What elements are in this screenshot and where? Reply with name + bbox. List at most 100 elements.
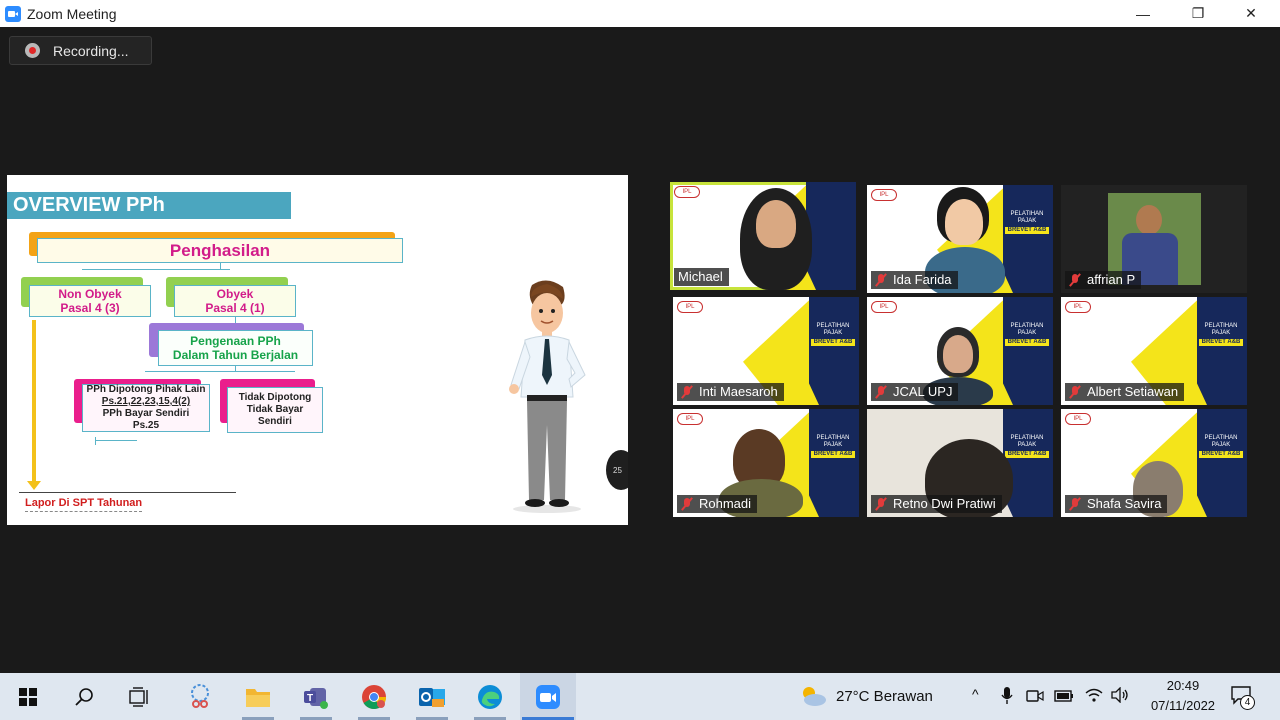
dipotong-line2: Ps.21,22,23,15,4(2) — [101, 396, 191, 407]
participant-name: Shafa Savira — [1065, 495, 1168, 513]
pengenaan-line2: Dalam Tahun Berjalan — [172, 348, 299, 362]
title-bar: Zoom Meeting — [0, 0, 1280, 27]
weather-cloudy-icon — [803, 687, 826, 706]
participant-name-text: Albert Setiawan — [1087, 384, 1179, 399]
participant-name: JCAL UPJ — [871, 383, 959, 401]
clock[interactable]: 20:49 07/11/2022 — [1138, 676, 1228, 716]
non-obyek-box: Non Obyek Pasal 4 (3) — [29, 285, 151, 317]
chrome-button[interactable] — [346, 673, 402, 720]
video-tile[interactable]: PELATIHAN PAJAK BREVET A&B IPL Albert Set… — [1061, 297, 1247, 405]
recording-indicator[interactable]: Recording... — [9, 36, 152, 65]
ipl-logo: IPL — [871, 189, 897, 201]
show-hidden-icons-chevron-up-icon[interactable]: ^ — [972, 686, 979, 702]
restore-button[interactable]: ❐ — [1175, 0, 1221, 27]
obyek-line2: Pasal 4 (1) — [205, 301, 265, 315]
pengenaan-box: Pengenaan PPh Dalam Tahun Berjalan — [158, 330, 313, 366]
tile-bg-navy — [1003, 185, 1053, 293]
ipl-logo: IPL — [677, 413, 703, 425]
mic-muted-icon — [681, 385, 693, 399]
video-tile[interactable]: PELATIHAN PAJAK BREVET A&B IPL Ida Farida — [867, 185, 1053, 293]
snipping-tool-icon — [191, 683, 209, 708]
record-icon — [25, 43, 40, 58]
connector — [82, 269, 230, 270]
promo-line1: PELATIHAN PAJAK — [1204, 323, 1238, 336]
weather-text[interactable]: 27°C Berawan — [836, 688, 933, 705]
close-button[interactable]: ✕ — [1228, 0, 1274, 27]
pengenaan-line1: Pengenaan PPh — [190, 334, 281, 348]
mic-muted-icon — [875, 273, 887, 287]
participant-name: Retno Dwi Pratiwi — [871, 495, 1002, 513]
participant-name-text: Michael — [678, 269, 723, 284]
task-view-icon — [129, 686, 148, 707]
search-button[interactable] — [56, 673, 112, 720]
dipotong-line3: PPh Bayar Sendiri — [102, 408, 190, 419]
wifi-icon[interactable] — [1084, 687, 1104, 703]
obyek-box: Obyek Pasal 4 (1) — [174, 285, 296, 317]
participant-name-text: Inti Maesaroh — [699, 384, 778, 399]
participant-name: Albert Setiawan — [1065, 383, 1185, 401]
battery-icon[interactable] — [1054, 689, 1074, 703]
camera-icon[interactable] — [1026, 688, 1044, 704]
zoom-icon — [536, 684, 560, 709]
microphone-icon[interactable] — [1000, 686, 1014, 706]
svg-text:T: T — [307, 693, 313, 704]
snipping-tool-button[interactable] — [172, 673, 228, 720]
participant-name-text: Shafa Savira — [1087, 496, 1162, 511]
participant-name: Ida Farida — [871, 271, 958, 289]
tidak-dipotong-box: Tidak Dipotong Tidak Bayar Sendiri — [227, 387, 323, 433]
divider — [19, 492, 236, 493]
start-button[interactable] — [0, 673, 56, 720]
slide-page-number: 25 — [606, 450, 628, 490]
participant-face — [756, 200, 796, 248]
tile-bg-navy — [1003, 409, 1053, 517]
slide-heading: OVERVIEW PPh — [7, 192, 291, 219]
promo-text: PELATIHAN PAJAK BREVET A&B — [1005, 211, 1049, 236]
outlook-button[interactable] — [404, 673, 460, 720]
promo-line2: BREVET A&B — [1005, 339, 1049, 346]
teams-button[interactable]: T — [288, 673, 344, 720]
minimize-button[interactable]: — — [1120, 0, 1166, 27]
mic-muted-icon — [875, 497, 887, 511]
video-tile[interactable]: PELATIHAN PAJAK BREVET A&B IPL JCAL UPJ — [867, 297, 1053, 405]
video-tile[interactable]: IPL Michael — [670, 182, 856, 290]
notification-center-button[interactable]: 4 — [1230, 685, 1255, 711]
video-tile[interactable]: PELATIHAN PAJAK BREVET A&B IPL Rohmadi — [673, 409, 859, 517]
file-explorer-button[interactable] — [230, 673, 286, 720]
video-tile[interactable]: PELATIHAN PAJAK BREVET A&B IPL Inti Maesa… — [673, 297, 859, 405]
mic-muted-icon — [875, 385, 887, 399]
edge-button[interactable] — [462, 673, 518, 720]
tidak-dipotong-line1: Tidak Dipotong — [238, 392, 312, 403]
task-view-button[interactable] — [112, 673, 168, 720]
dipotong-line4: Ps.25 — [132, 420, 160, 431]
volume-icon[interactable] — [1110, 687, 1130, 703]
ipl-logo: IPL — [871, 301, 897, 313]
clock-date: 07/11/2022 — [1150, 698, 1216, 713]
promo-line1: PELATIHAN PAJAK — [1010, 211, 1044, 224]
promo-text: PELATIHAN PAJAK BREVET A&B — [1199, 323, 1243, 348]
chrome-icon — [362, 684, 386, 709]
dipotong-line1: PPh Dipotong Pihak Lain — [86, 384, 206, 395]
participant-face — [943, 335, 973, 373]
promo-line1: PELATIHAN PAJAK — [1010, 323, 1044, 336]
obyek-line1: Obyek — [216, 287, 254, 301]
video-tile[interactable]: PELATIHAN PAJAK BREVET A&B Retno Dwi Prat… — [867, 409, 1053, 517]
lapor-label: Lapor Di SPT Tahunan — [25, 497, 143, 512]
tile-bg-navy — [1197, 409, 1247, 517]
zoom-taskbar-button[interactable] — [520, 673, 576, 720]
video-tile[interactable]: affrian P — [1061, 185, 1247, 293]
participant-name: Inti Maesaroh — [677, 383, 784, 401]
participant-name: Rohmadi — [677, 495, 758, 513]
promo-text: PELATIHAN PAJAK BREVET A&B — [811, 435, 855, 460]
video-tile[interactable]: PELATIHAN PAJAK BREVET A&B IPL Shafa Savi… — [1061, 409, 1247, 517]
promo-line2: BREVET A&B — [1199, 451, 1243, 458]
search-icon — [75, 687, 93, 706]
promo-line2: BREVET A&B — [1199, 339, 1243, 346]
promo-line1: PELATIHAN PAJAK — [1204, 435, 1238, 448]
connector — [220, 263, 221, 270]
promo-text: PELATIHAN PAJAK BREVET A&B — [811, 323, 855, 348]
mic-muted-icon — [1069, 497, 1081, 511]
promo-line1: PELATIHAN PAJAK — [816, 435, 850, 448]
participant-face — [945, 199, 983, 245]
dipotong-box: PPh Dipotong Pihak Lain Ps.21,22,23,15,4… — [82, 384, 210, 432]
notification-count-badge: 4 — [1240, 695, 1255, 710]
